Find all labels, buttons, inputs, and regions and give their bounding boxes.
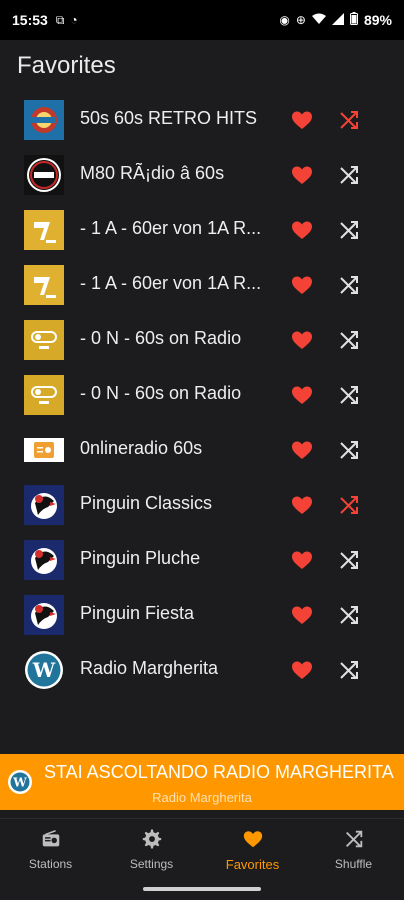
status-right: ◉ ⊕ 89% (279, 12, 392, 28)
alarm-icon: ◉ (279, 13, 290, 27)
wordpress-logo-icon: W (24, 650, 64, 690)
now-playing-title: STAI ASCOLTANDO RADIO MARGHERITA (44, 762, 394, 782)
favorite-heart-icon[interactable] (290, 658, 314, 682)
status-time: 15:53 (12, 12, 48, 28)
svg-text:W: W (12, 776, 27, 790)
on-radio-logo-icon (24, 375, 64, 415)
favorite-heart-icon[interactable] (290, 163, 314, 187)
status-bar: 15:53 ⧉ ◔ ◉ ⊕ 89% (0, 0, 404, 40)
shuffle-icon[interactable] (337, 658, 361, 682)
station-name: Pinguin Classics (80, 493, 213, 513)
station-name: - 0 N - 60s on Radio (80, 383, 242, 403)
shuffle-icon[interactable] (337, 493, 361, 517)
battery-icon (349, 12, 358, 28)
battery-percent: 89% (363, 12, 392, 28)
shuffle-icon[interactable] (337, 383, 361, 407)
station-name: M80 RÃ¡dio â 60s (80, 163, 225, 183)
favorite-heart-icon[interactable] (290, 438, 314, 462)
shuffle-icon[interactable] (337, 328, 361, 352)
nav-stations[interactable]: Stations (0, 819, 101, 880)
retro-hits-logo-icon (24, 100, 64, 140)
nav-settings[interactable]: Settings (101, 819, 202, 880)
shuffle-icon[interactable] (337, 218, 361, 242)
notification-icon: ◔ (70, 12, 78, 27)
favorite-heart-icon[interactable] (290, 603, 314, 627)
station-name: - 1 A - 60er von 1A R... (80, 218, 262, 238)
station-row[interactable]: - 1 A - 60er von 1A R... (0, 257, 404, 312)
notification-icons: ⧉ ◔ (56, 13, 78, 28)
shuffle-icon[interactable] (337, 438, 361, 462)
now-playing-subtitle: Radio Margherita (152, 790, 252, 805)
page-title: Favorites (17, 52, 116, 79)
station-name: 50s 60s RETRO HITS (80, 108, 258, 128)
radio-logo-icon (24, 430, 64, 470)
nav-settings-label: Settings (129, 857, 174, 871)
nav-shuffle-label: Shuffle (334, 857, 373, 871)
station-row[interactable]: - 0 N - 60s on Radio (0, 312, 404, 367)
sync-icon: ⧉ (55, 12, 65, 27)
m80-logo-icon (24, 155, 64, 195)
bottom-nav: Stations Settings Favorites Shuffle (0, 818, 404, 880)
station-row[interactable]: 0nlineradio 60s (0, 422, 404, 477)
home-indicator[interactable] (143, 887, 261, 891)
station-name: - 0 N - 60s on Radio (80, 328, 242, 348)
svg-text:W: W (32, 658, 56, 682)
favorite-heart-icon[interactable] (290, 548, 314, 572)
now-playing-bar[interactable]: W STAI ASCOLTANDO RADIO MARGHERITA Radio… (0, 754, 404, 810)
nav-stations-label: Stations (28, 857, 73, 871)
favorite-heart-icon[interactable] (290, 218, 314, 242)
station-name: Pinguin Fiesta (80, 603, 195, 623)
signal-icon (331, 12, 344, 28)
shuffle-icon[interactable] (337, 603, 361, 627)
station-row[interactable]: - 0 N - 60s on Radio (0, 367, 404, 422)
shuffle-icon[interactable] (337, 273, 361, 297)
nav-favorites-label: Favorites (225, 856, 280, 872)
pinguin-logo-icon (24, 595, 64, 635)
favorite-heart-icon[interactable] (290, 328, 314, 352)
favorites-list: 50s 60s RETRO HITS M80 RÃ¡dio â 60s - 1 A … (0, 92, 404, 697)
radio-icon (40, 828, 62, 853)
favorite-heart-icon[interactable] (290, 383, 314, 407)
1a-logo-icon (24, 210, 64, 250)
station-row[interactable]: 50s 60s RETRO HITS (0, 92, 404, 147)
station-name: - 1 A - 60er von 1A R... (80, 273, 262, 293)
favorite-heart-icon[interactable] (290, 108, 314, 132)
nfc-icon: ⊕ (295, 13, 306, 27)
shuffle-icon (343, 828, 365, 853)
nav-favorites[interactable]: Favorites (202, 819, 303, 880)
favorite-heart-icon[interactable] (290, 493, 314, 517)
pinguin-logo-icon (24, 485, 64, 525)
on-radio-logo-icon (24, 320, 64, 360)
station-row[interactable]: Pinguin Pluche (0, 532, 404, 587)
gear-icon (141, 828, 163, 853)
station-row[interactable]: Pinguin Fiesta (0, 587, 404, 642)
station-name: 0nlineradio 60s (80, 438, 203, 458)
station-row[interactable]: M80 RÃ¡dio â 60s (0, 147, 404, 202)
station-name: Pinguin Pluche (80, 548, 201, 568)
station-name: Radio Margherita (80, 658, 219, 678)
shuffle-icon[interactable] (337, 163, 361, 187)
nav-shuffle[interactable]: Shuffle (303, 819, 404, 880)
1a-logo-icon (24, 265, 64, 305)
shuffle-icon[interactable] (337, 548, 361, 572)
pinguin-logo-icon (24, 540, 64, 580)
station-row[interactable]: W Radio Margherita (0, 642, 404, 697)
heart-icon (242, 828, 264, 853)
wifi-icon (311, 13, 326, 28)
station-row[interactable]: - 1 A - 60er von 1A R... (0, 202, 404, 257)
station-row[interactable]: Pinguin Classics (0, 477, 404, 532)
shuffle-icon[interactable] (337, 108, 361, 132)
favorite-heart-icon[interactable] (290, 273, 314, 297)
